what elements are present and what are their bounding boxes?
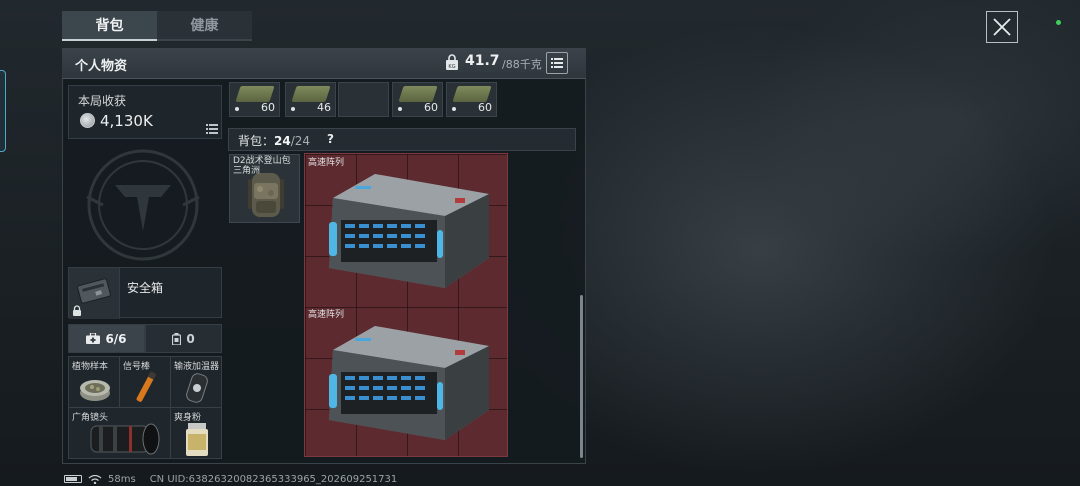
ping-value: 58ms xyxy=(108,473,136,485)
ammo-count: 60 xyxy=(261,101,275,114)
harvest-card[interactable]: 本局收获 4,130K xyxy=(68,85,222,139)
ammo-box-icon xyxy=(452,86,492,102)
list-icon[interactable] xyxy=(206,124,218,134)
signal-stick-icon xyxy=(136,371,157,402)
list-icon xyxy=(551,58,563,68)
empty-slot[interactable] xyxy=(338,82,389,117)
battery-icon xyxy=(64,475,82,483)
ammo-box-icon xyxy=(398,86,438,102)
status-dot xyxy=(398,107,402,111)
panel-header: 个人物资 KG 41.7 /88千克 xyxy=(62,48,586,79)
pouch-item-powder[interactable]: 爽身粉 xyxy=(171,408,221,458)
plant-sample-icon xyxy=(80,380,110,401)
lock-icon xyxy=(73,305,81,316)
close-button[interactable] xyxy=(986,11,1018,43)
backpack-capacity-bar: 背包：24/24 ? xyxy=(228,128,576,151)
backpack-scroll-area[interactable]: 60 46 60 60 背包：24/24 ? D2战术登山包 三角洲 高速阵列 … xyxy=(228,82,578,460)
harvest-label: 本局收获 xyxy=(78,94,127,108)
bag-max: /24 xyxy=(290,134,311,148)
backpack-label: D2战术登山包 三角洲 xyxy=(233,156,291,176)
help-icon[interactable]: ? xyxy=(327,132,334,146)
safe-box-slot[interactable]: 安全箱 xyxy=(68,267,222,319)
tab-health[interactable]: 健康 xyxy=(157,11,252,41)
top-tabs: 背包 健康 xyxy=(62,11,252,41)
ammo-count: 46 xyxy=(317,101,331,114)
pouch-item-wide-angle-lens[interactable]: 广角镜头 xyxy=(69,408,170,458)
status-bar: 58ms CN UID:63826320082365333965_2026092… xyxy=(64,472,397,486)
item-label: 输液加温器 xyxy=(174,362,220,372)
medkit-icon xyxy=(86,333,101,344)
tab-pouch-canister[interactable]: 0 xyxy=(145,324,222,353)
weight-lock-icon: KG xyxy=(446,54,458,70)
status-dot xyxy=(235,107,239,111)
user-uid: CN UID:63826320082365333965_202609251731 xyxy=(149,473,398,485)
safe-box-image xyxy=(69,268,120,319)
sort-list-button[interactable] xyxy=(546,52,568,74)
coin-icon xyxy=(80,113,95,128)
canister-icon xyxy=(172,332,182,345)
server-array-icon xyxy=(329,174,489,288)
backpack-icon xyxy=(248,173,284,217)
item-label: 植物样本 xyxy=(72,362,109,372)
ammo-row: 60 46 60 60 xyxy=(228,82,508,118)
ammo-box-icon xyxy=(291,86,331,102)
pouch-tab-medkit-label: 6/6 xyxy=(105,331,127,346)
server-array-icon xyxy=(329,326,489,440)
item-label: 广角镜头 xyxy=(72,413,109,423)
powder-jar-icon xyxy=(186,423,208,456)
close-icon xyxy=(993,18,1011,36)
wide-angle-lens-icon xyxy=(90,423,160,455)
backpack-capacity-label: 背包：24/24 xyxy=(238,132,310,149)
backpack-item-grid: 高速阵列 高速阵列 xyxy=(304,153,508,457)
item-label: 高速阵列 xyxy=(308,310,345,320)
side-drawer-handle[interactable] xyxy=(0,70,6,152)
item-label: 爽身粉 xyxy=(174,413,202,423)
item-high-speed-array[interactable]: 高速阵列 xyxy=(305,154,509,306)
status-dot xyxy=(291,107,295,111)
pouch-item-infusion-warmer[interactable]: 输液加温器 xyxy=(171,357,221,407)
bag-label-text: 背包： xyxy=(238,134,275,148)
ammo-slot[interactable]: 60 xyxy=(229,82,280,117)
ammo-slot[interactable]: 60 xyxy=(392,82,443,117)
scrollbar[interactable] xyxy=(580,295,583,458)
ammo-count: 60 xyxy=(478,101,492,114)
tab-pouch-medkit[interactable]: 6/6 xyxy=(68,324,145,353)
item-high-speed-array[interactable]: 高速阵列 xyxy=(305,306,509,458)
online-status-dot xyxy=(1056,20,1061,25)
pouch-item-plant-sample[interactable]: 植物样本 xyxy=(69,357,119,407)
bag-count: 24 xyxy=(274,134,291,148)
weight-max: /88千克 xyxy=(502,58,542,71)
ammo-box-icon xyxy=(235,86,275,102)
weight-value: 41.7 xyxy=(465,53,500,69)
ammo-slot[interactable]: 46 xyxy=(285,82,336,117)
equipped-backpack-slot[interactable]: D2战术登山包 三角洲 xyxy=(229,154,300,223)
tab-backpack[interactable]: 背包 xyxy=(62,11,157,41)
pouch-tab-canister-label: 0 xyxy=(186,331,195,346)
ammo-count: 60 xyxy=(424,101,438,114)
safe-box-label: 安全箱 xyxy=(127,281,164,295)
status-dot xyxy=(452,107,456,111)
pouch-tabs: 6/6 0 xyxy=(68,324,222,353)
item-label: 高速阵列 xyxy=(308,158,345,168)
pouch-grid: 植物样本 信号棒 输液加温器 广角镜头 爽身粉 xyxy=(68,356,222,459)
harvest-value: 4,130K xyxy=(100,112,153,130)
weight-icon-text: KG xyxy=(448,64,455,70)
pouch-item-signal-stick[interactable]: 信号棒 xyxy=(120,357,170,407)
emblem-watermark-icon xyxy=(86,149,200,261)
wifi-icon xyxy=(88,474,102,484)
item-label: 信号棒 xyxy=(123,362,151,372)
ammo-slot[interactable]: 60 xyxy=(446,82,497,117)
panel-title: 个人物资 xyxy=(75,59,128,74)
infusion-warmer-icon xyxy=(186,373,208,403)
